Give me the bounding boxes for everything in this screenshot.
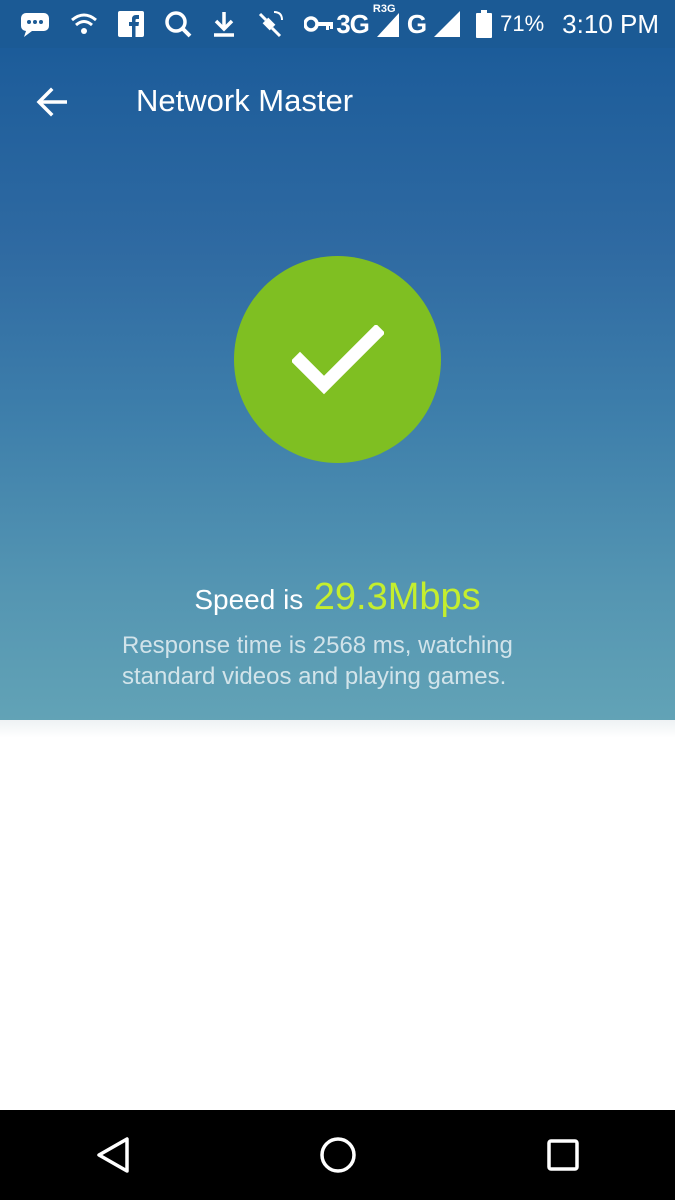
wifi-icon [70, 12, 98, 36]
search-icon [164, 10, 192, 38]
vpn-key-icon [304, 15, 334, 33]
battery-icon [476, 10, 493, 38]
recents-square-icon [546, 1138, 580, 1172]
signal-icon [434, 11, 461, 37]
download-icon [212, 10, 236, 38]
network-3g-label: 3G [336, 8, 370, 39]
notification-icons [0, 10, 334, 38]
speed-result: Speed is 29.3Mbps [0, 576, 675, 619]
battery-percent: 71% [500, 11, 545, 36]
message-icon [20, 11, 50, 37]
speed-label: Speed is [194, 584, 304, 615]
system-indicators: 3G R3G G 71% 3:10 PM [336, 3, 675, 40]
clock-time: 3:10 PM [562, 8, 659, 39]
back-triangle-icon [95, 1136, 131, 1174]
app-bar: Network Master [0, 48, 675, 152]
nav-recents-button[interactable] [518, 1110, 608, 1200]
page-title: Network Master [136, 83, 354, 118]
back-button[interactable] [26, 76, 78, 128]
nav-back-button[interactable] [68, 1110, 158, 1200]
network-g-label: G [406, 8, 427, 39]
home-circle-icon [319, 1136, 357, 1174]
response-description: Response time is 2568 ms, watching stand… [122, 632, 513, 690]
checkmark-icon [291, 324, 384, 395]
facebook-icon [118, 11, 144, 37]
roaming-label: R3G [372, 3, 396, 15]
nav-home-button[interactable] [293, 1110, 383, 1200]
signal-icon: R3G [373, 3, 399, 37]
satellite-icon [256, 10, 284, 38]
panel-divider [0, 720, 675, 738]
speed-value: 29.3Mbps [313, 576, 481, 618]
speed-test-result-panel: Network Master Speed is 29.3Mbps Respons… [0, 48, 675, 722]
status-bar: 3G R3G G 71% 3:10 PM [0, 0, 675, 48]
system-navigation-bar [0, 1110, 675, 1200]
success-status-circle [234, 256, 441, 463]
back-arrow-icon [35, 87, 69, 117]
content-area [0, 738, 675, 1110]
